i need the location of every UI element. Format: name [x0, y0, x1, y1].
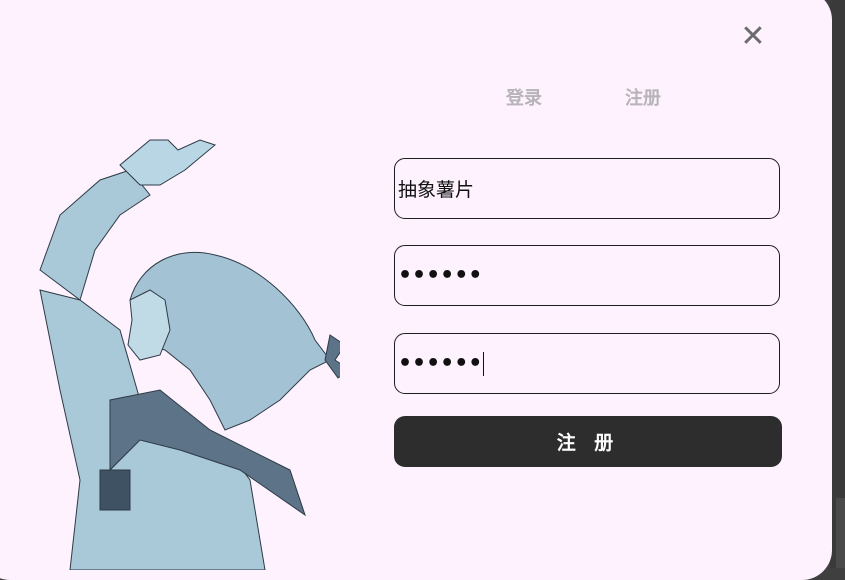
close-button[interactable]: ✕ [738, 22, 768, 52]
username-value: 抽象薯片 [398, 179, 475, 201]
register-dialog: ✕ 登录 注册 抽象薯片 •••••• •••••• 注 册 [0, 0, 832, 580]
close-icon: ✕ [740, 19, 766, 54]
tab-login[interactable]: 登录 [506, 84, 542, 110]
register-submit-button[interactable]: 注 册 [394, 416, 782, 467]
confirm-password-value: •••••• [398, 351, 483, 376]
auth-tabs: 登录 注册 [0, 84, 832, 114]
confirm-password-field[interactable]: •••••• [394, 333, 780, 394]
password-value: •••••• [398, 263, 483, 288]
backdrop [830, 0, 845, 568]
backdrop-edge [836, 498, 845, 568]
tab-register[interactable]: 注册 [625, 84, 661, 110]
password-field[interactable]: •••••• [394, 245, 780, 306]
text-caret [483, 351, 485, 376]
username-field[interactable]: 抽象薯片 [394, 158, 780, 219]
